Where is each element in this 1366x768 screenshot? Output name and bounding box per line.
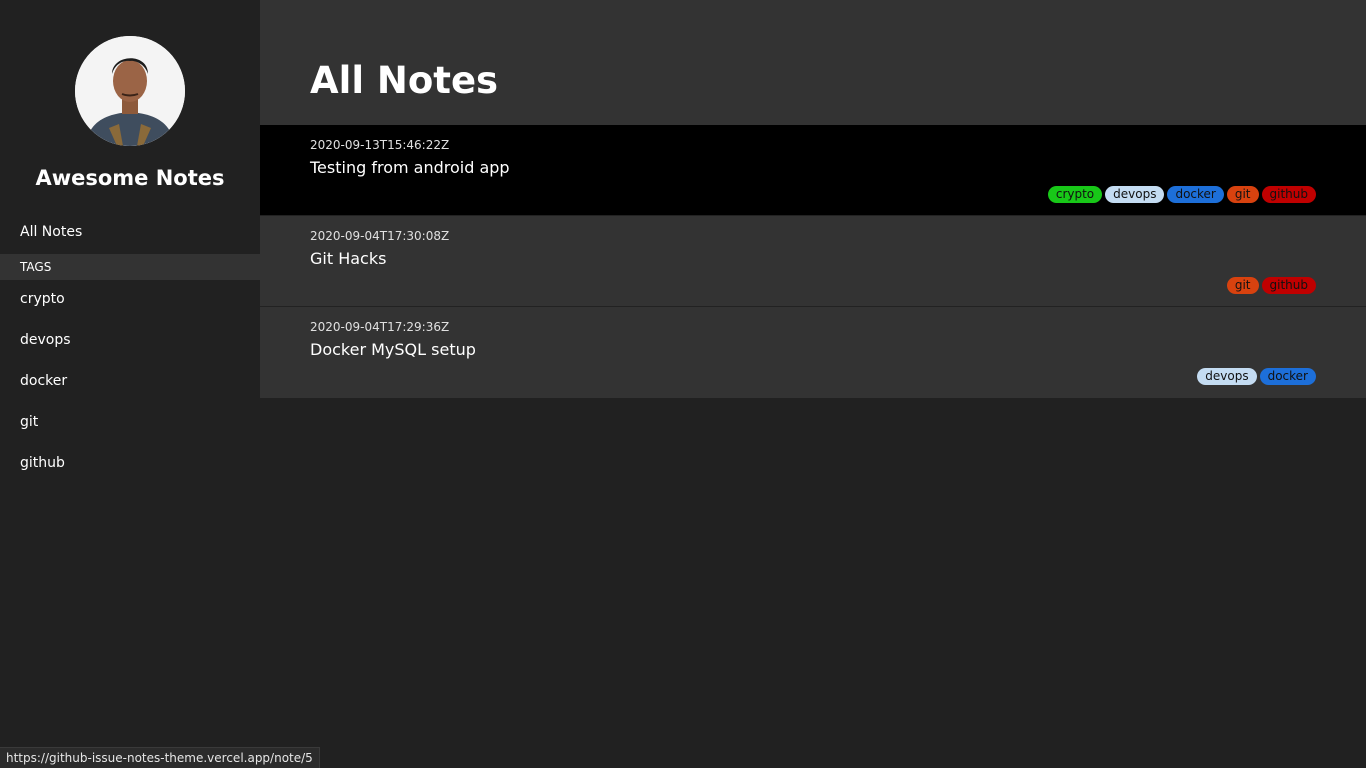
tag-badge-github[interactable]: github [1261, 277, 1316, 294]
note-date: 2020-09-04T17:29:36Z [310, 320, 450, 334]
tag-badge-devops[interactable]: devops [1197, 368, 1257, 385]
tag-badge-docker[interactable]: docker [1167, 186, 1224, 203]
tag-badge-github[interactable]: github [1261, 186, 1316, 203]
tag-badge-crypto[interactable]: crypto [1047, 186, 1103, 203]
note-tags: crypto devops docker git github [1047, 186, 1316, 203]
sidebar: Awesome Notes All Notes TAGS crypto devo… [0, 0, 260, 768]
avatar-image [75, 36, 185, 146]
tag-badge-devops[interactable]: devops [1105, 186, 1165, 203]
note-date: 2020-09-04T17:30:08Z [310, 229, 450, 243]
note-item[interactable]: 2020-09-04T17:30:08Z Git Hacks git githu… [260, 216, 1366, 307]
tags-section-header: TAGS [0, 254, 260, 280]
main-header: All Notes [260, 0, 1366, 125]
sidebar-item-git[interactable]: git [20, 414, 71, 455]
note-date: 2020-09-13T15:46:22Z [310, 138, 450, 152]
note-tags: git github [1226, 277, 1316, 294]
note-item[interactable]: 2020-09-13T15:46:22Z Testing from androi… [260, 125, 1366, 216]
sidebar-item-devops[interactable]: devops [20, 332, 71, 373]
sidebar-item-github[interactable]: github [20, 455, 71, 496]
sidebar-item-crypto[interactable]: crypto [20, 291, 71, 332]
status-bar-url: https://github-issue-notes-theme.vercel.… [0, 747, 320, 768]
note-title[interactable]: Testing from android app [310, 158, 510, 177]
avatar[interactable] [75, 36, 185, 146]
note-title[interactable]: Git Hacks [310, 249, 386, 268]
note-list: 2020-09-13T15:46:22Z Testing from androi… [260, 125, 1366, 398]
note-tags: devops docker [1197, 368, 1316, 385]
sidebar-item-docker[interactable]: docker [20, 373, 71, 414]
sidebar-tag-list: crypto devops docker git github [20, 291, 71, 496]
page-title: All Notes [310, 59, 499, 102]
tag-badge-docker[interactable]: docker [1259, 368, 1316, 385]
note-title[interactable]: Docker MySQL setup [310, 340, 476, 359]
tag-badge-git[interactable]: git [1226, 277, 1259, 294]
main-content: All Notes 2020-09-13T15:46:22Z Testing f… [260, 0, 1366, 400]
sidebar-item-all-notes[interactable]: All Notes [20, 224, 82, 240]
note-item[interactable]: 2020-09-04T17:29:36Z Docker MySQL setup … [260, 307, 1366, 398]
tag-badge-git[interactable]: git [1226, 186, 1259, 203]
site-title[interactable]: Awesome Notes [0, 166, 260, 190]
